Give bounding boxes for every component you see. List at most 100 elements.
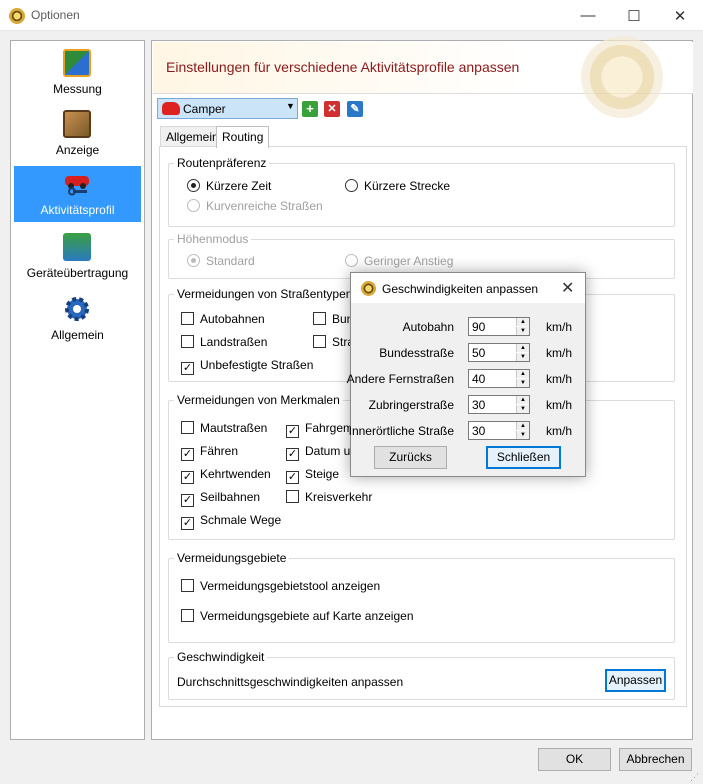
device-transfer-icon bbox=[63, 233, 91, 261]
stepper-down-icon[interactable]: ▼ bbox=[516, 353, 529, 361]
compass-watermark-icon bbox=[581, 36, 663, 118]
stepper-down-icon[interactable]: ▼ bbox=[516, 379, 529, 387]
checkbox-label: Mautstraßen bbox=[200, 421, 268, 435]
tab-routing[interactable]: Routing bbox=[216, 126, 270, 148]
stepper-down-icon[interactable]: ▼ bbox=[516, 405, 529, 413]
checkbox-box bbox=[181, 421, 194, 434]
sidebar-item-allgemein[interactable]: Allgemein bbox=[14, 291, 141, 347]
cancel-button[interactable]: Abbrechen bbox=[619, 748, 692, 771]
group-title: Routenpräferenz bbox=[174, 156, 270, 170]
radio-kuerzere-strecke[interactable]: Kürzere Strecke bbox=[345, 179, 450, 193]
speed-bundesstrasse-stepper[interactable]: 50 ▲ ▼ bbox=[468, 343, 530, 362]
adjust-speeds-button[interactable]: Anpassen bbox=[605, 669, 666, 692]
tab-allgemein[interactable]: Allgemein bbox=[160, 126, 225, 147]
checkbox-strassen[interactable]: Stra bbox=[313, 335, 354, 349]
speed-label-innerortliche-strasse: Innerörtliche Straße bbox=[348, 424, 454, 438]
stepper-up-icon[interactable]: ▲ bbox=[516, 370, 529, 378]
reset-button[interactable]: Zurücks bbox=[374, 446, 447, 469]
radio-label: Kürzere Zeit bbox=[206, 179, 272, 193]
sidebar-item-anzeige[interactable]: Anzeige bbox=[14, 106, 141, 162]
group-title: Vermeidungen von Merkmalen bbox=[174, 393, 343, 407]
map-display-icon bbox=[63, 110, 91, 138]
radio-label: Kürzere Strecke bbox=[364, 179, 451, 193]
speed-zubringerstrasse-stepper[interactable]: 30 ▲ ▼ bbox=[468, 395, 530, 414]
dialog-close-icon[interactable]: ✕ bbox=[561, 278, 574, 298]
speed-label-andere-fernstrassen: Andere Fernstraßen bbox=[346, 372, 454, 386]
radio-indicator bbox=[187, 179, 200, 192]
ok-button[interactable]: OK bbox=[538, 748, 611, 771]
add-profile-button[interactable]: + bbox=[302, 101, 318, 117]
checkbox-box bbox=[181, 579, 194, 592]
resize-grip-icon[interactable]: ⋰ bbox=[690, 772, 699, 783]
checkbox-bundesstrassen[interactable]: Bun bbox=[313, 312, 353, 326]
radio-label: Kurvenreiche Straßen bbox=[206, 199, 323, 213]
checkbox-box bbox=[286, 490, 299, 503]
speed-label-bundesstrasse: Bundesstraße bbox=[379, 346, 454, 360]
checkbox-box bbox=[313, 312, 326, 325]
dialog-title: Geschwindigkeiten anpassen bbox=[382, 282, 539, 296]
checkbox-box: ✓ bbox=[286, 448, 299, 461]
app-compass-icon bbox=[9, 8, 25, 24]
checkbox-gebietstool-anzeigen[interactable]: Vermeidungsgebietstool anzeigen bbox=[181, 579, 380, 593]
sidebar-item-label: Messung bbox=[53, 82, 102, 96]
radio-kuerzere-zeit[interactable]: Kürzere Zeit bbox=[187, 179, 271, 193]
page-title: Einstellungen für verschiedene Aktivität… bbox=[166, 59, 520, 75]
checkbox-schmale-wege[interactable]: ✓ Schmale Wege bbox=[181, 513, 281, 530]
checkbox-kreisverkehr[interactable]: Kreisverkehr bbox=[286, 490, 372, 504]
checkbox-label: Vermeidungsgebietstool anzeigen bbox=[200, 579, 381, 593]
gear-icon bbox=[63, 295, 91, 323]
radio-geringer-anstieg[interactable]: Geringer Anstieg bbox=[345, 254, 453, 268]
window-title: Optionen bbox=[31, 8, 80, 22]
stepper-value: 40 bbox=[472, 372, 486, 386]
sidebar-item-aktivitaetsprofil[interactable]: Aktivitätsprofil bbox=[14, 166, 141, 222]
checkbox-kehrtwenden[interactable]: ✓ Kehrtwenden bbox=[181, 467, 271, 484]
edit-profile-button[interactable]: ✎ bbox=[347, 101, 363, 117]
checkbox-seilbahnen[interactable]: ✓ Seilbahnen bbox=[181, 490, 260, 507]
stepper-value: 30 bbox=[472, 424, 486, 438]
checkbox-label: Schmale Wege bbox=[200, 513, 282, 527]
ruler-icon bbox=[63, 49, 91, 77]
checkbox-box: ✓ bbox=[181, 471, 194, 484]
stepper-down-icon[interactable]: ▼ bbox=[516, 327, 529, 335]
radio-indicator bbox=[187, 254, 200, 267]
radio-label: Standard bbox=[206, 254, 255, 268]
sidebar-item-messung[interactable]: Messung bbox=[14, 45, 141, 101]
group-title: Vermeidungen von Straßentypen bbox=[174, 287, 356, 301]
checkbox-label: Autobahnen bbox=[200, 312, 265, 326]
sidebar-item-label: Aktivitätsprofil bbox=[40, 203, 115, 217]
sidebar-item-geraeteuebertragung[interactable]: Geräteübertragung bbox=[14, 229, 141, 285]
checkbox-label: Vermeidungsgebiete auf Karte anzeigen bbox=[200, 609, 414, 623]
checkbox-steige[interactable]: ✓ Steige bbox=[286, 467, 339, 484]
checkbox-label: Kreisverkehr bbox=[305, 490, 373, 504]
checkbox-faehren[interactable]: ✓ Fähren bbox=[181, 444, 238, 461]
close-button[interactable]: ✕ bbox=[657, 0, 703, 31]
radio-standard[interactable]: Standard bbox=[187, 254, 255, 268]
group-title: Höhenmodus bbox=[174, 232, 252, 246]
speed-autobahn-stepper[interactable]: 90 ▲ ▼ bbox=[468, 317, 530, 336]
checkbox-label: Seilbahnen bbox=[200, 490, 261, 504]
checkbox-label: Unbefestigte Straßen bbox=[200, 358, 314, 372]
delete-profile-button[interactable]: ✕ bbox=[324, 101, 340, 117]
checkbox-landstrassen[interactable]: Landstraßen bbox=[181, 335, 267, 349]
checkbox-autobahnen[interactable]: Autobahnen bbox=[181, 312, 265, 326]
stepper-value: 30 bbox=[472, 398, 486, 412]
maximize-button[interactable]: ☐ bbox=[611, 0, 657, 31]
speed-unit: km/h bbox=[546, 346, 573, 360]
speed-label-zubringerstrasse: Zubringerstraße bbox=[368, 398, 454, 412]
radio-kurvenreiche-strassen[interactable]: Kurvenreiche Straßen bbox=[187, 199, 323, 213]
stepper-up-icon[interactable]: ▲ bbox=[516, 344, 529, 352]
stepper-up-icon[interactable]: ▲ bbox=[516, 422, 529, 430]
stepper-up-icon[interactable]: ▲ bbox=[516, 318, 529, 326]
checkbox-gebiete-auf-karte[interactable]: Vermeidungsgebiete auf Karte anzeigen bbox=[181, 609, 414, 623]
dialog-close-button[interactable]: Schließen bbox=[486, 446, 561, 469]
stepper-down-icon[interactable]: ▼ bbox=[516, 431, 529, 439]
checkbox-mautstrassen[interactable]: Mautstraßen bbox=[181, 421, 267, 435]
profile-select[interactable]: Camper ▼ bbox=[157, 98, 298, 119]
speed-unit: km/h bbox=[546, 372, 573, 386]
stepper-up-icon[interactable]: ▲ bbox=[516, 396, 529, 404]
speed-fernstrassen-stepper[interactable]: 40 ▲ ▼ bbox=[468, 369, 530, 388]
minimize-button[interactable]: — bbox=[565, 0, 611, 31]
options-sidebar: Messung Anzeige Aktivitätsprofil Geräteü… bbox=[10, 40, 145, 740]
speed-innerorts-stepper[interactable]: 30 ▲ ▼ bbox=[468, 421, 530, 440]
checkbox-unbefestigte-strassen[interactable]: ✓ Unbefestigte Straßen bbox=[181, 358, 313, 375]
